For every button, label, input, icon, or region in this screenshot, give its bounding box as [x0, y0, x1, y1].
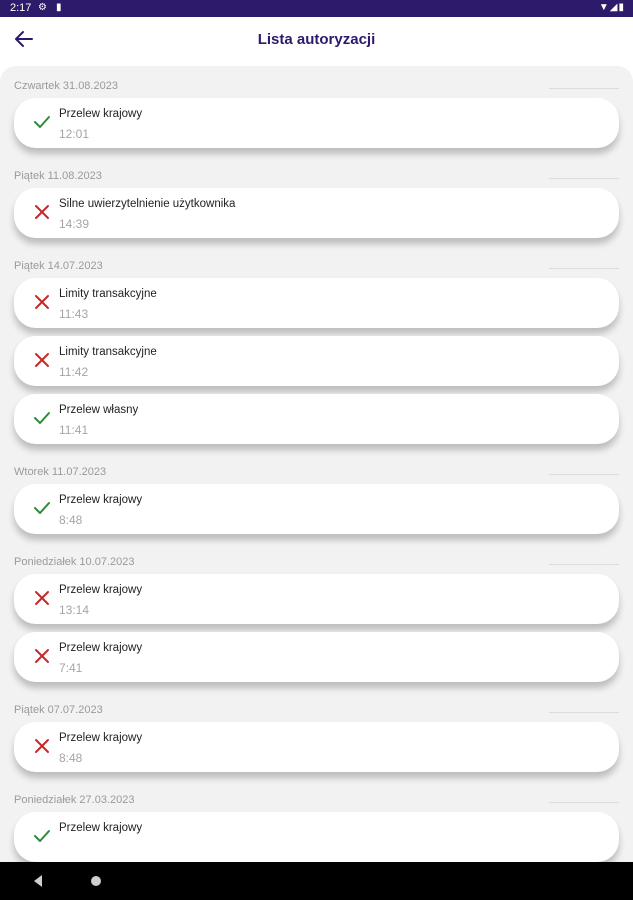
- app-bar: Lista autoryzacji: [0, 17, 633, 65]
- item-title: Przelew krajowy: [59, 584, 143, 596]
- cross-icon: [32, 350, 52, 370]
- group-date: Piątek 07.07.2023: [14, 704, 103, 716]
- cross-icon: [32, 292, 52, 312]
- back-triangle-icon[interactable]: [32, 874, 44, 888]
- page-title: Lista autoryzacji: [257, 31, 376, 48]
- group-date: Piątek 11.08.2023: [14, 170, 102, 182]
- authorization-item[interactable]: Przelew własny 11:41: [14, 394, 619, 444]
- date-group: Wtorek 11.07.2023 Przelew krajowy 8:48: [0, 452, 633, 534]
- group-date: Wtorek 11.07.2023: [14, 466, 107, 478]
- check-icon: [32, 408, 52, 428]
- cross-icon: [32, 736, 52, 756]
- divider: [549, 802, 619, 803]
- authorization-item[interactable]: Przelew krajowy 8:48: [14, 484, 619, 534]
- date-group: Poniedziałek 27.03.2023 Przelew krajowy: [0, 780, 633, 862]
- date-header: Poniedziałek 27.03.2023: [0, 780, 633, 806]
- item-time: 11:42: [59, 365, 89, 379]
- date-header: Wtorek 11.07.2023: [0, 452, 633, 478]
- battery-icon: ▮: [618, 2, 625, 13]
- item-time: 14:39: [59, 217, 90, 231]
- item-time: 11:43: [59, 307, 89, 321]
- item-title: Limity transakcyjne: [59, 346, 157, 358]
- item-title: Silne uwierzytelnienie użytkownika: [59, 198, 236, 210]
- authorization-item[interactable]: Przelew krajowy: [14, 812, 619, 862]
- item-time: 13:14: [59, 603, 90, 617]
- divider: [549, 564, 619, 565]
- date-header: Czwartek 31.08.2023: [0, 66, 633, 92]
- item-time: 8:48: [59, 513, 83, 527]
- status-right-icons: ▼◢▮: [599, 2, 625, 13]
- date-header: Piątek 07.07.2023: [0, 690, 633, 716]
- date-header: Poniedziałek 10.07.2023: [0, 542, 633, 568]
- authorization-item[interactable]: Przelew krajowy 7:41: [14, 632, 619, 682]
- item-title: Limity transakcyjne: [59, 288, 157, 300]
- wifi-icon: ▼: [598, 2, 610, 13]
- divider: [549, 268, 619, 269]
- item-title: Przelew krajowy: [59, 732, 143, 744]
- divider: [549, 712, 619, 713]
- cross-icon: [32, 588, 52, 608]
- date-group: Poniedziałek 10.07.2023 Przelew krajowy 13…: [0, 542, 633, 682]
- gear-icon: ⚙: [38, 2, 47, 13]
- system-nav-bar: [0, 862, 633, 900]
- authorization-item[interactable]: Silne uwierzytelnienie użytkownika 14:39: [14, 188, 619, 238]
- item-time: 8:48: [59, 751, 83, 765]
- authorization-item[interactable]: Przelew krajowy 13:14: [14, 574, 619, 624]
- cross-icon: [32, 202, 52, 222]
- item-title: Przelew krajowy: [59, 108, 143, 120]
- date-header: Piątek 11.08.2023: [0, 156, 633, 182]
- date-header: Piątek 14.07.2023: [0, 246, 633, 272]
- group-date: Poniedziałek 27.03.2023: [14, 794, 135, 806]
- authorization-list[interactable]: Czwartek 31.08.2023 Przelew krajowy 12:01 P…: [0, 66, 633, 862]
- item-time: 12:01: [59, 127, 90, 141]
- check-icon: [32, 112, 52, 132]
- home-circle-icon[interactable]: [91, 876, 101, 886]
- authorization-item[interactable]: Limity transakcyjne 11:43: [14, 278, 619, 328]
- authorization-item[interactable]: Limity transakcyjne 11:42: [14, 336, 619, 386]
- item-title: Przelew krajowy: [59, 494, 143, 506]
- divider: [549, 88, 619, 89]
- item-title: Przelew krajowy: [59, 642, 143, 654]
- item-time: 7:41: [59, 661, 83, 675]
- status-time: 2:17: [10, 2, 32, 14]
- item-title: Przelew krajowy: [59, 822, 143, 834]
- date-group: Czwartek 31.08.2023 Przelew krajowy 12:01: [0, 66, 633, 148]
- check-icon: [32, 498, 52, 518]
- divider: [549, 178, 619, 179]
- date-group: Piątek 11.08.2023 Silne uwierzytelnienie …: [0, 156, 633, 238]
- item-time: 11:41: [59, 423, 89, 437]
- cross-icon: [32, 646, 52, 666]
- check-icon: [32, 826, 52, 846]
- group-date: Piątek 14.07.2023: [14, 260, 103, 272]
- divider: [549, 474, 619, 475]
- authorization-item[interactable]: Przelew krajowy 12:01: [14, 98, 619, 148]
- authorization-item[interactable]: Przelew krajowy 8:48: [14, 722, 619, 772]
- group-date: Poniedziałek 10.07.2023: [14, 556, 135, 568]
- date-group: Piątek 14.07.2023 Limity transakcyjne 11:4…: [0, 246, 633, 444]
- sim-icon: ▮: [56, 2, 62, 13]
- item-title: Przelew własny: [59, 404, 139, 416]
- date-group: Piątek 07.07.2023 Przelew krajowy 8:48: [0, 690, 633, 772]
- status-bar: 2:17 ⚙ ▮ ▼◢▮: [0, 0, 633, 17]
- group-date: Czwartek 31.08.2023: [14, 80, 118, 92]
